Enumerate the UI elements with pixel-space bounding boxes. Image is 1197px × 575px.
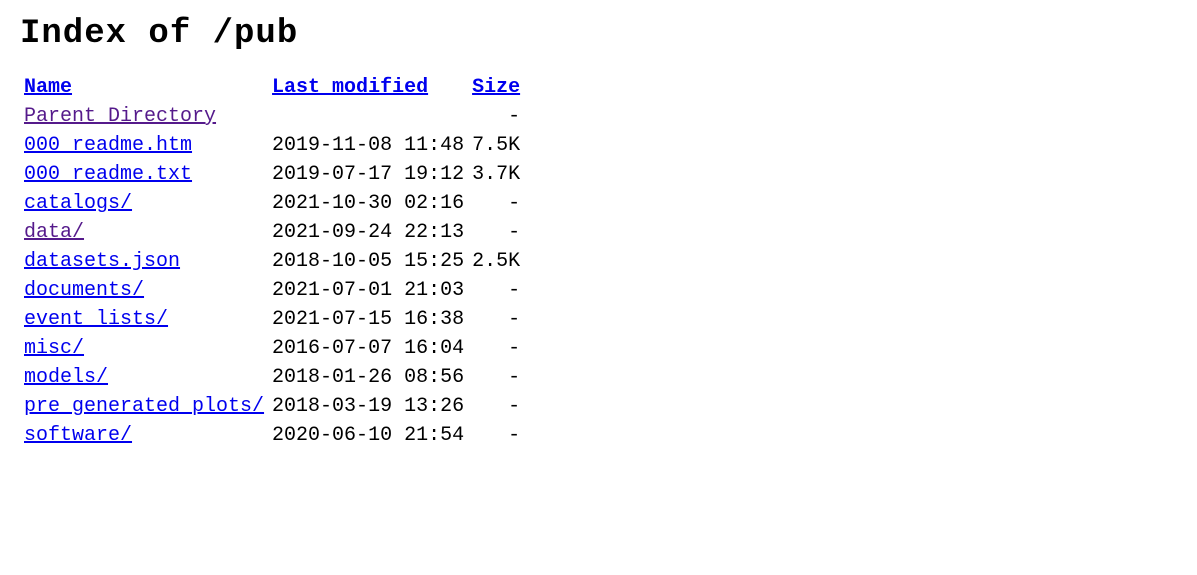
file-size: 2.5K — [468, 247, 524, 276]
file-link[interactable]: catalogs/ — [24, 192, 132, 215]
file-modified: 2018-10-05 15:25 — [268, 247, 468, 276]
file-link[interactable]: software/ — [24, 424, 132, 447]
file-size: - — [468, 305, 524, 334]
file-modified: 2021-09-24 22:13 — [268, 218, 468, 247]
file-modified: 2020-06-10 21:54 — [268, 421, 468, 450]
file-link[interactable]: 000_readme.htm — [24, 134, 192, 157]
parent-directory-row: Parent Directory - — [20, 102, 524, 131]
file-link[interactable]: data/ — [24, 221, 84, 244]
file-link[interactable]: event_lists/ — [24, 308, 168, 331]
file-modified: 2021-10-30 02:16 — [268, 189, 468, 218]
file-modified: 2018-03-19 13:26 — [268, 392, 468, 421]
table-row: misc/2016-07-07 16:04- — [20, 334, 524, 363]
file-modified: 2021-07-15 16:38 — [268, 305, 468, 334]
file-link[interactable]: pre_generated_plots/ — [24, 395, 264, 418]
file-link[interactable]: datasets.json — [24, 250, 180, 273]
table-row: documents/2021-07-01 21:03- — [20, 276, 524, 305]
file-size: 7.5K — [468, 131, 524, 160]
table-row: 000_readme.htm 2019-11-08 11:487.5K — [20, 131, 524, 160]
table-row: pre_generated_plots/2018-03-19 13:26- — [20, 392, 524, 421]
header-size: Size — [468, 73, 524, 102]
directory-listing: Name Last modified Size Parent Directory… — [20, 73, 524, 450]
file-modified: 2019-11-08 11:48 — [268, 131, 468, 160]
parent-modified — [268, 102, 468, 131]
file-link[interactable]: models/ — [24, 366, 108, 389]
file-size: 3.7K — [468, 160, 524, 189]
file-link[interactable]: 000_readme.txt — [24, 163, 192, 186]
table-row: event_lists/2021-07-15 16:38- — [20, 305, 524, 334]
file-modified: 2019-07-17 19:12 — [268, 160, 468, 189]
header-modified: Last modified — [268, 73, 468, 102]
table-row: datasets.json 2018-10-05 15:252.5K — [20, 247, 524, 276]
parent-size: - — [468, 102, 524, 131]
table-row: software/2020-06-10 21:54- — [20, 421, 524, 450]
header-name: Name — [20, 73, 268, 102]
file-size: - — [468, 363, 524, 392]
sort-by-size[interactable]: Size — [472, 76, 520, 99]
table-row: data/2021-09-24 22:13- — [20, 218, 524, 247]
table-row: 000_readme.txt 2019-07-17 19:123.7K — [20, 160, 524, 189]
table-row: models/2018-01-26 08:56- — [20, 363, 524, 392]
file-size: - — [468, 421, 524, 450]
sort-by-modified[interactable]: Last modified — [272, 76, 428, 99]
file-size: - — [468, 218, 524, 247]
file-link[interactable]: misc/ — [24, 337, 84, 360]
table-row: catalogs/2021-10-30 02:16- — [20, 189, 524, 218]
file-size: - — [468, 334, 524, 363]
file-modified: 2016-07-07 16:04 — [268, 334, 468, 363]
sort-by-name[interactable]: Name — [24, 76, 72, 99]
file-size: - — [468, 276, 524, 305]
file-modified: 2018-01-26 08:56 — [268, 363, 468, 392]
parent-directory-link[interactable]: Parent Directory — [24, 105, 216, 128]
file-size: - — [468, 189, 524, 218]
file-size: - — [468, 392, 524, 421]
file-link[interactable]: documents/ — [24, 279, 144, 302]
file-modified: 2021-07-01 21:03 — [268, 276, 468, 305]
page-title: Index of /pub — [20, 15, 1177, 53]
